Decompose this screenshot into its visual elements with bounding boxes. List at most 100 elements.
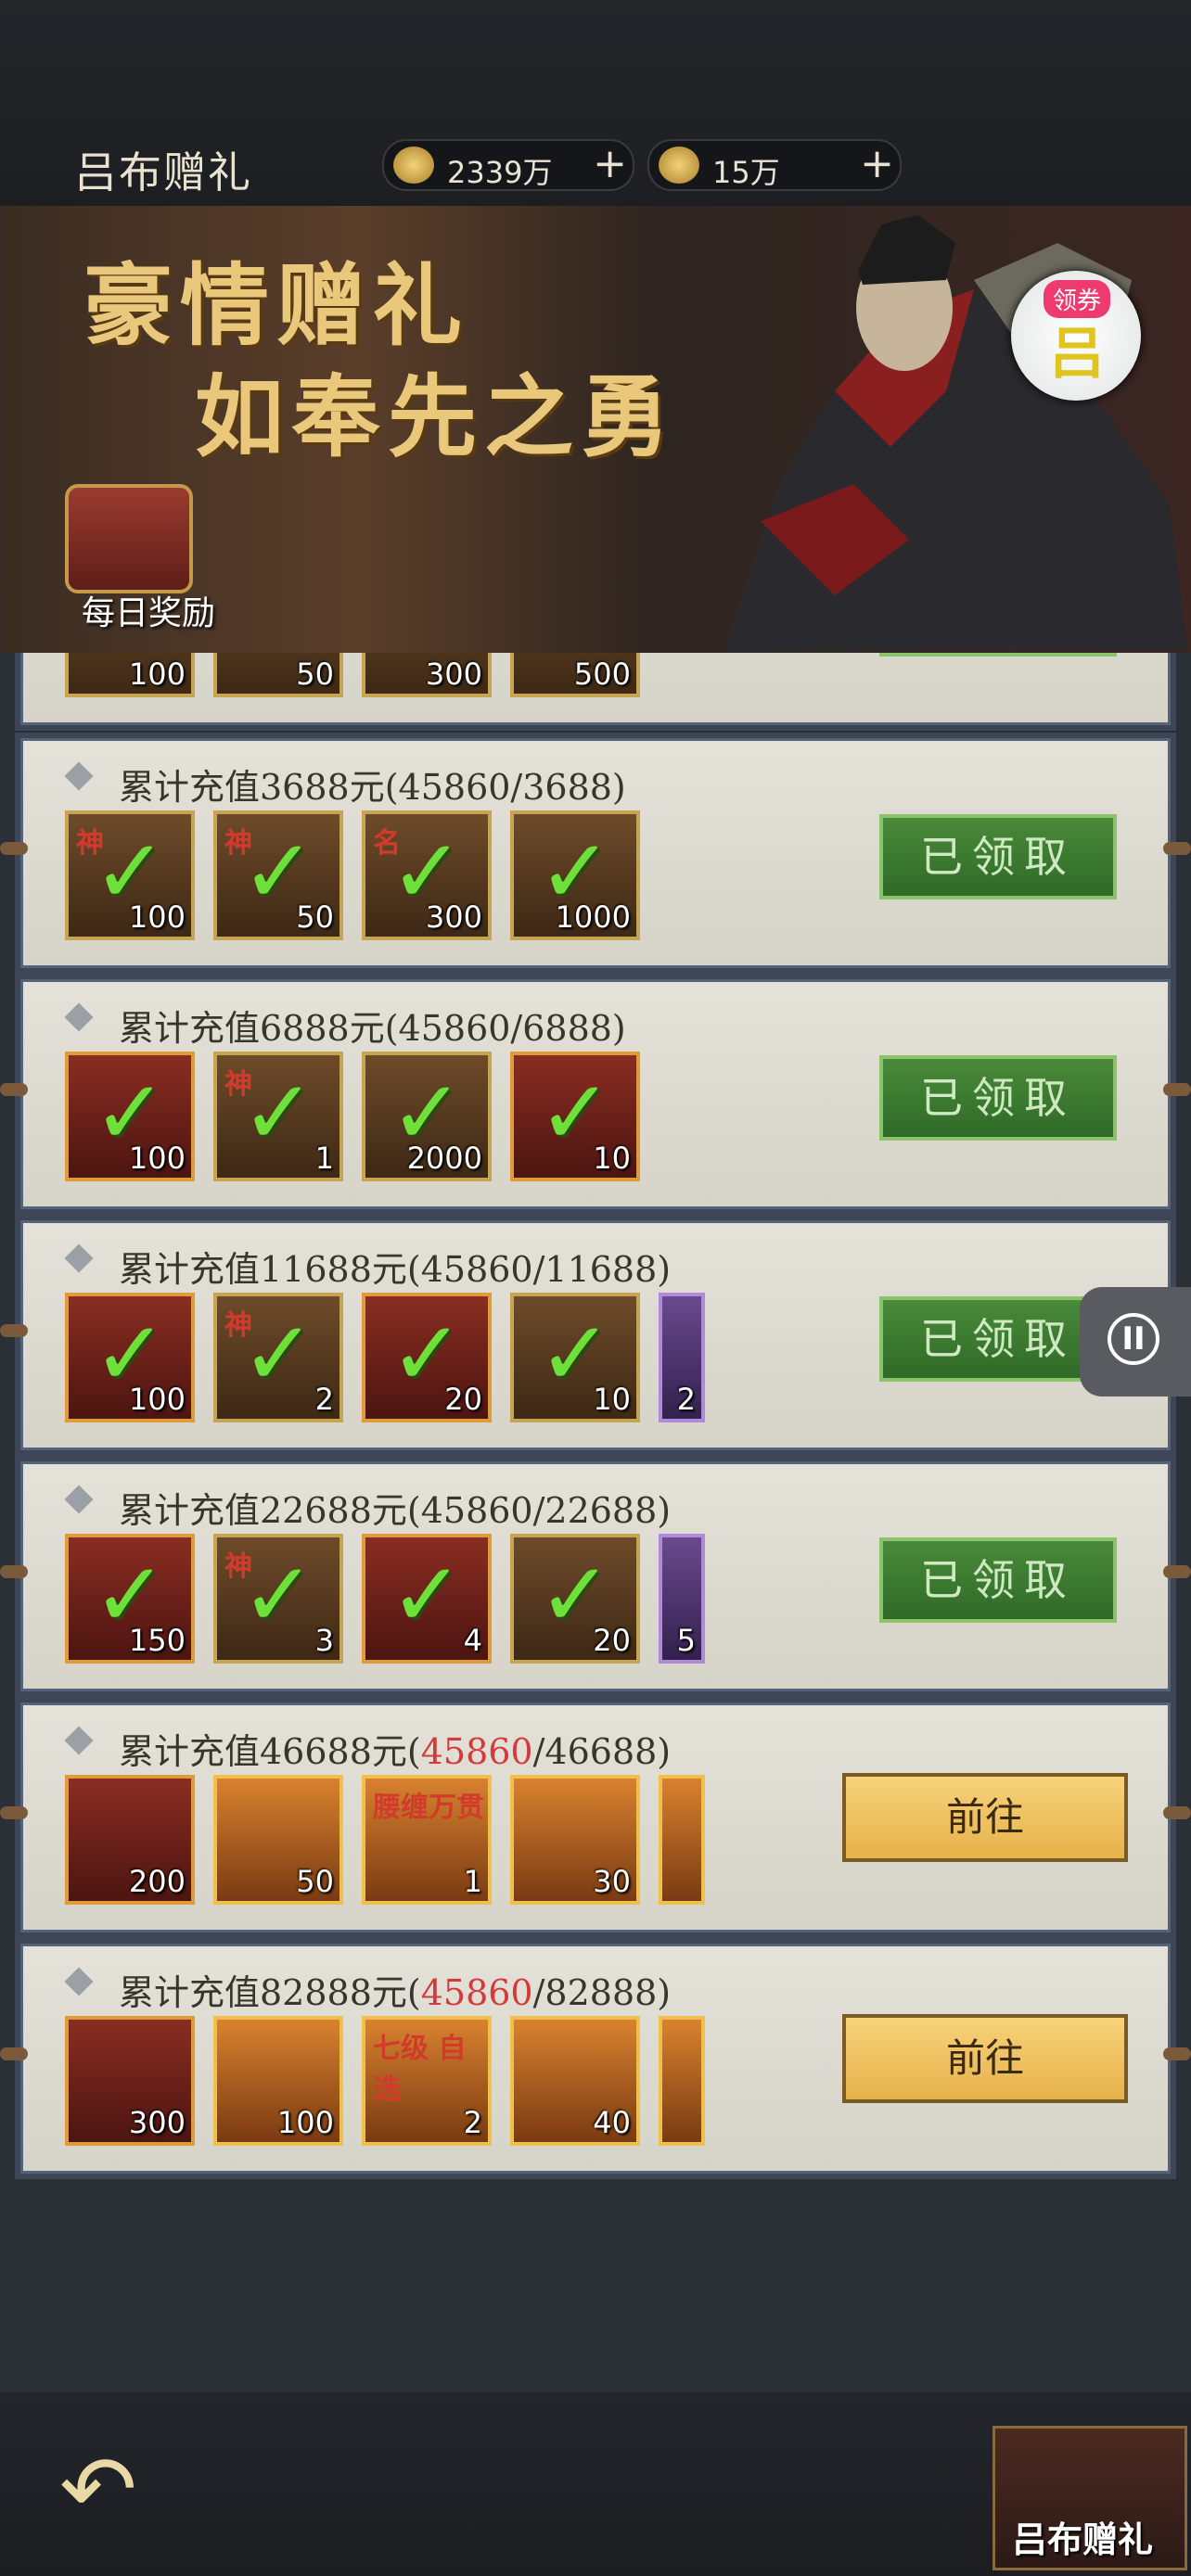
add-copper-button[interactable]: + [593,143,627,185]
row-title: 累计充值11688元(45860/11688) [119,1249,672,1290]
reward-item[interactable]: ✓ 100 [65,1052,195,1181]
reward-item-count: 2 [676,1382,696,1417]
reward-item[interactable]: ✓ 4 [362,1534,492,1664]
reward-item[interactable]: 50 [213,1775,343,1905]
reward-item[interactable]: 40 [510,2016,640,2146]
reward-item[interactable] [659,1775,705,1905]
reward-item-count: 30 [593,1864,631,1899]
reward-item[interactable]: 名✓50 [213,653,343,697]
reward-item[interactable]: 100 [213,2016,343,2146]
reward-item-count: 10 [593,1141,631,1176]
reward-item[interactable]: 2 [659,1293,705,1422]
reward-item[interactable]: ✓ 150 [65,1534,195,1664]
reward-item[interactable]: 名✓300 [362,810,492,940]
reward-item-count: 150 [128,1623,186,1658]
reward-item[interactable]: 神 ✓ 3 [213,1534,343,1664]
reward-item[interactable]: 300 [65,2016,195,2146]
reward-item[interactable]: 5 [659,1534,705,1664]
reward-list[interactable]: 名✓100名✓50名✓300✓500已领取累计充值3688元(45860/368… [0,653,1191,2392]
reward-item[interactable]: ✓ 1000 [510,810,640,940]
reward-item-count: 2 [314,1382,334,1417]
reward-item[interactable] [659,2016,705,2146]
diamond-icon [64,1967,94,1996]
reward-item[interactable]: 腰缠万贯 1 [362,1775,492,1905]
reward-item-count: 100 [276,2105,334,2140]
reward-item-count: 20 [593,1623,631,1658]
go-button[interactable]: 前往 [842,1773,1128,1862]
reward-item-count: 500 [573,657,631,692]
reward-item-count: 10 [593,1382,631,1417]
reward-item[interactable]: ✓ 20 [362,1293,492,1422]
coupon-logo-icon: 吕 [1049,322,1105,387]
banner-title-line1: 豪情赠礼 [83,253,469,358]
floating-pause-button[interactable]: II [1080,1287,1191,1396]
reward-item-count: 50 [296,657,334,692]
diamond-icon [64,1002,94,1032]
lubu-gift-shortcut[interactable]: 吕布赠礼 [992,2426,1187,2570]
reward-item[interactable]: 30 [510,1775,640,1905]
reward-item-count: 100 [128,1382,186,1417]
checkmark-icon: ✓ [241,1302,316,1406]
row-title-prefix: 累计充值46688元( [119,1731,421,1772]
claimed-button[interactable]: 已领取 [879,1055,1117,1141]
reward-item-count: 2000 [406,1141,482,1176]
reward-item[interactable]: 神 ✓ 100 [65,810,195,940]
reward-row: 累计充值3688元(45860/3688) 神 ✓ 100 神 ✓ 50 名 ✓ 300 ✓ 1000… [0,733,1191,974]
reward-row: 累计充值6888元(45860/6888) ✓ 100 神 ✓ 1 ✓ 2000 ✓ 10 已领取 [0,974,1191,1215]
reward-item[interactable]: ✓500 [510,653,640,697]
back-arrow-icon[interactable]: ↶ [59,2443,171,2536]
row-title-prefix: 累计充值82888元( [119,1972,421,2013]
copper-value: 2339万 [447,155,553,190]
row-title: 累计充值22688元(45860/22688) [119,1490,672,1531]
diamond-icon [64,761,94,791]
reward-item-count: 4 [463,1623,482,1658]
reward-item[interactable]: 200 [65,1775,195,1905]
claimed-button[interactable]: 已领取 [879,653,1117,657]
diamond-icon [64,1726,94,1755]
reward-item-count: 40 [593,2105,631,2140]
go-button[interactable]: 前往 [842,2014,1128,2103]
lubu-gift-label: 吕布赠礼 [1012,2519,1154,2560]
reward-item-count: 100 [128,1141,186,1176]
row-progress-current: 45860 [420,1972,533,2013]
reward-item-count: 5 [676,1623,696,1658]
checkmark-icon: ✓ [390,1543,465,1647]
reward-item[interactable]: ✓ 20 [510,1534,640,1664]
reward-item-count: 1000 [555,899,631,935]
reward-item[interactable]: 神 ✓ 1 [213,1052,343,1181]
reward-item-count: 50 [296,899,334,935]
diamond-icon [64,1485,94,1514]
reward-row: 累计充值11688元(45860/11688) ✓ 100 神 ✓ 2 ✓ 20 ✓ 10 2 已领取 [0,1215,1191,1456]
coupon-badge: 领券 [1044,280,1111,318]
row-progress-current: 45860 [420,1731,533,1772]
reward-item-count: 20 [444,1382,482,1417]
row-title: 累计充值3688元(45860/3688) [119,767,626,808]
claimed-button[interactable]: 已领取 [879,1537,1117,1623]
reward-item[interactable]: 名✓300 [362,653,492,697]
claimed-button[interactable]: 已领取 [879,814,1117,899]
checkmark-icon: ✓ [241,1543,316,1647]
reward-item[interactable]: 神 ✓ 2 [213,1293,343,1422]
reward-item-count: 300 [425,899,482,935]
reward-item-count: 100 [128,657,186,692]
treasure-chest-icon[interactable] [65,484,193,593]
banner-title-line2: 如奉先之勇 [195,364,677,469]
reward-item[interactable]: 神 ✓ 50 [213,810,343,940]
reward-item-label: 腰缠万贯 [373,1792,484,1824]
event-banner: 豪情赠礼 如奉先之勇 领券 吕 每日奖励 [0,206,1191,653]
reward-row: 累计充值22688元(45860/22688) ✓ 150 神 ✓ 3 ✓ 4 ✓ 20 5 已领取 [0,1456,1191,1697]
pause-icon: II [1108,1313,1159,1365]
diamond-icon [64,1243,94,1273]
reward-item[interactable]: ✓ 10 [510,1052,640,1181]
top-bar: 吕布赠礼 2339万 + 15万 + [0,0,1191,206]
reward-item[interactable]: 名✓100 [65,653,195,697]
reward-item[interactable]: ✓ 100 [65,1293,195,1422]
row-title: 累计充值46688元(45860/46688) [119,1723,671,1774]
reward-item-count: 1 [463,1864,482,1899]
row-title: 累计充值82888元(45860/82888) [119,1964,671,2015]
reward-item[interactable]: ✓ 2000 [362,1052,492,1181]
daily-reward-label[interactable]: 每日奖励 [82,586,215,634]
reward-item[interactable]: ✓ 10 [510,1293,640,1422]
reward-item[interactable]: 七级 自选 2 [362,2016,492,2146]
add-gold-button[interactable]: + [860,143,894,185]
